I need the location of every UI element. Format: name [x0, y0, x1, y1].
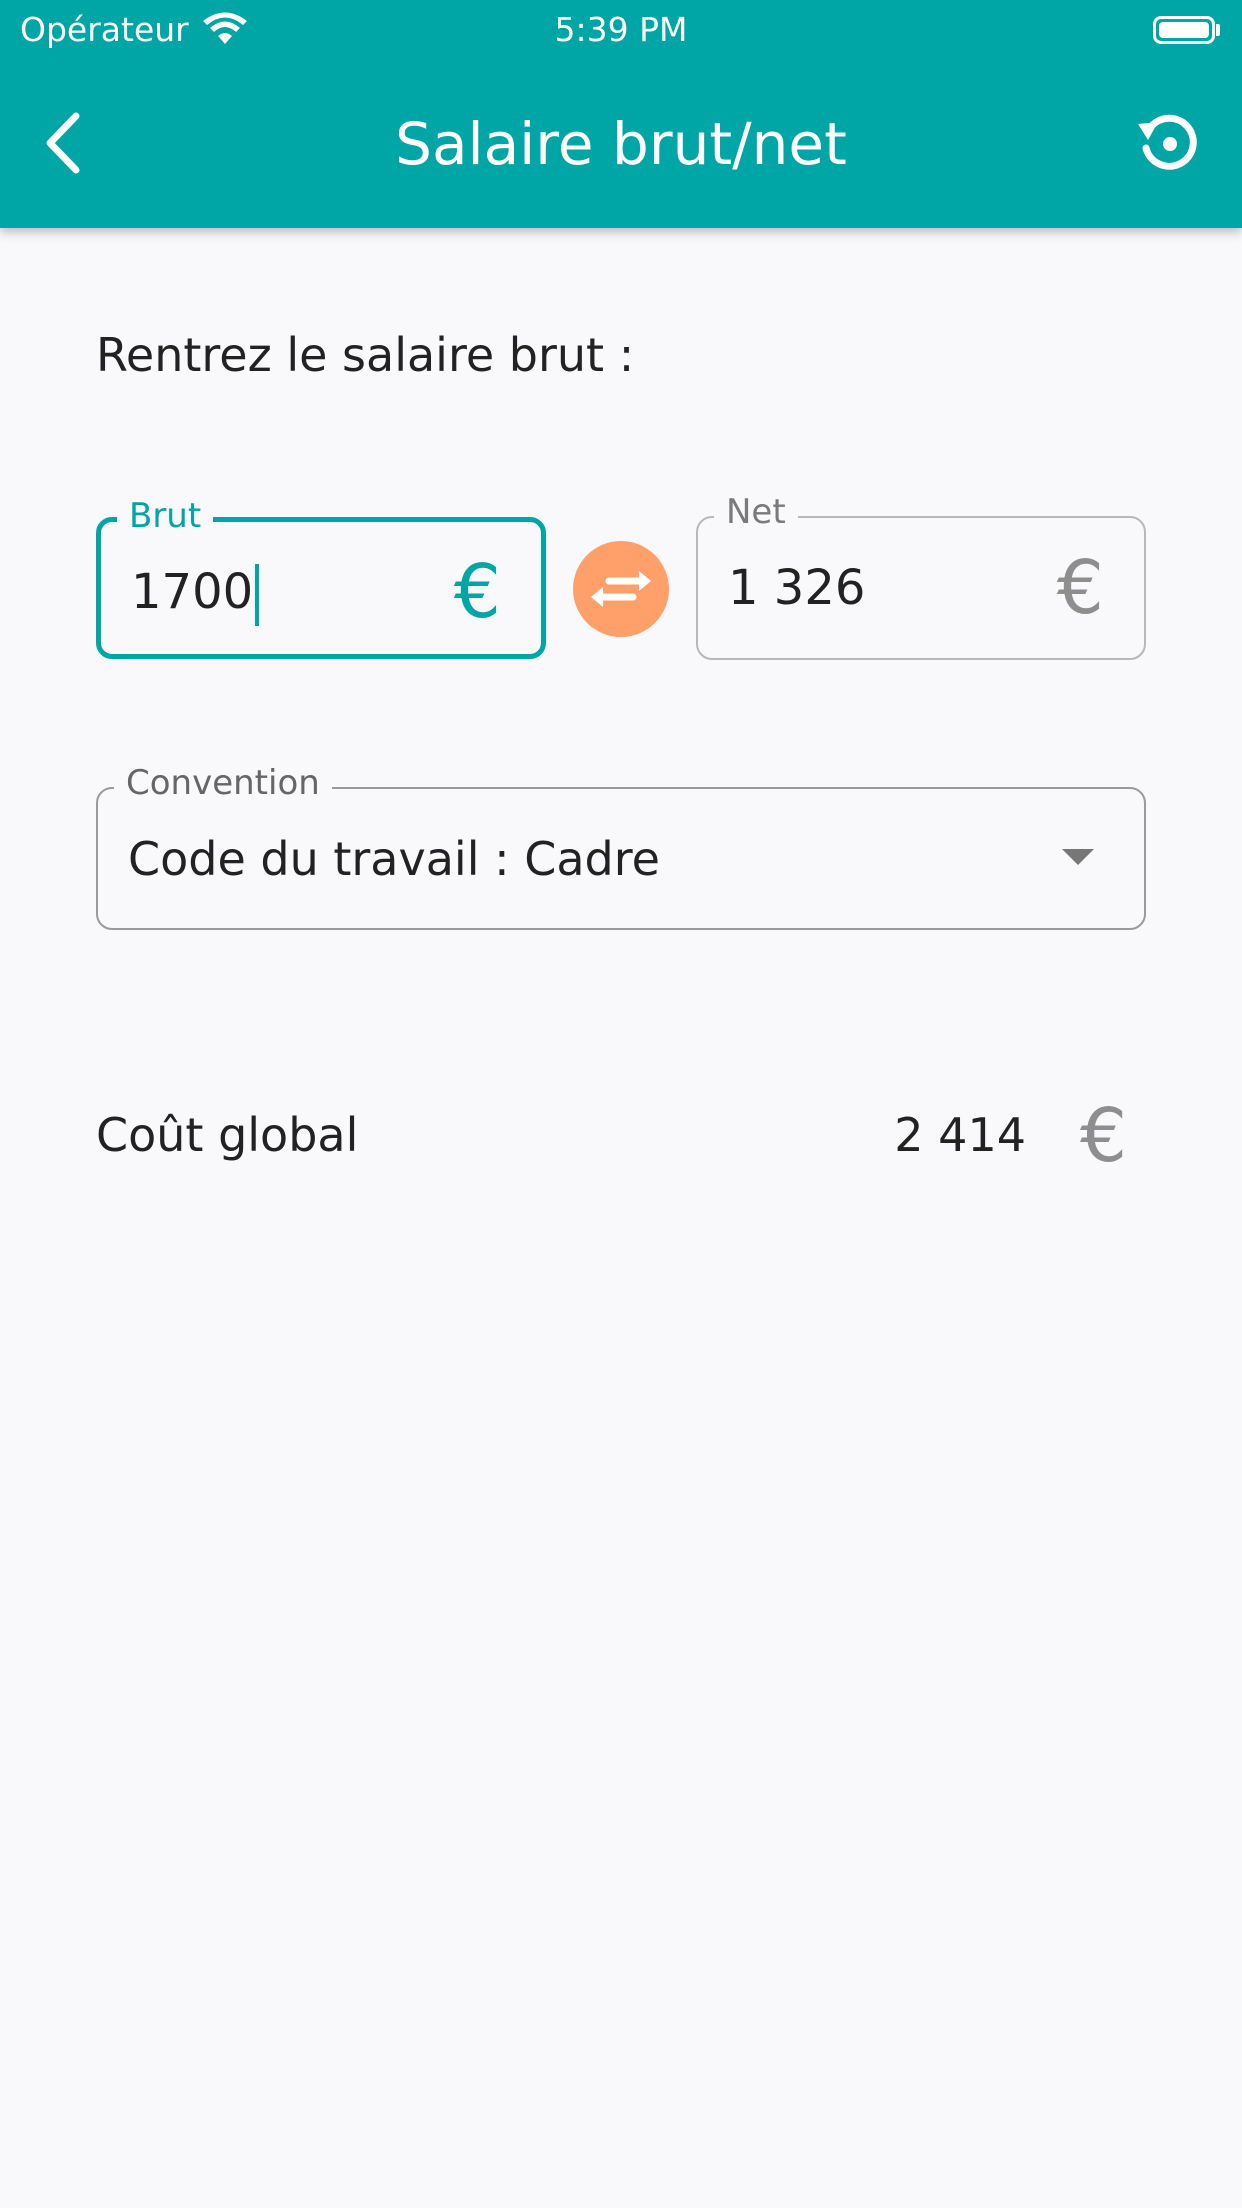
text-cursor [255, 564, 260, 626]
reset-button[interactable] [1132, 108, 1204, 180]
battery-icon [1153, 16, 1215, 44]
euro-icon: € [1056, 545, 1104, 631]
instruction-text: Rentrez le salaire brut : [96, 328, 635, 382]
net-label: Net [714, 492, 798, 532]
history-reset-icon [1138, 114, 1197, 170]
swap-button[interactable] [573, 541, 669, 637]
euro-icon: € [453, 549, 501, 635]
status-time: 5:39 PM [554, 10, 688, 49]
battery-cap [1216, 24, 1220, 36]
total-cost-value: 2 414 [894, 1108, 1026, 1162]
euro-icon: € [1080, 1093, 1128, 1179]
net-value: 1 326 [728, 560, 866, 616]
brut-label: Brut [117, 496, 214, 536]
net-input[interactable]: Net 1 326 € [696, 492, 1146, 660]
convention-value: Code du travail : Cadre [128, 832, 660, 886]
swap-arrows-icon [591, 571, 651, 607]
status-bar: Opérateur 5:39 PM [0, 0, 1242, 62]
convention-label: Convention [114, 763, 332, 803]
page-title: Salaire brut/net [395, 110, 847, 178]
convention-select[interactable]: Convention Code du travail : Cadre [96, 763, 1146, 930]
app-header: Opérateur 5:39 PM Salaire brut/net [0, 0, 1242, 228]
total-cost-label: Coût global [96, 1108, 359, 1162]
brut-value: 1700 [131, 562, 260, 626]
brut-input[interactable]: Brut 1700 € [96, 496, 546, 659]
dropdown-arrow-icon [1062, 849, 1094, 865]
